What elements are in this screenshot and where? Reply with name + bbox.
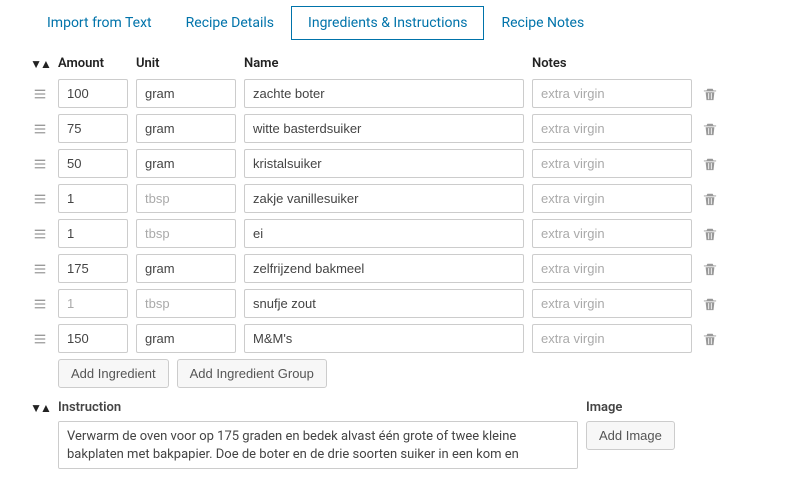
delete-icon[interactable]	[703, 332, 717, 346]
drag-handle-icon[interactable]	[33, 122, 47, 136]
amount-input[interactable]	[58, 289, 128, 318]
add-image-button[interactable]: Add Image	[586, 421, 675, 450]
delete-icon[interactable]	[703, 157, 717, 171]
drag-handle-icon[interactable]	[33, 227, 47, 241]
name-input[interactable]	[244, 149, 524, 178]
header-unit: Unit	[136, 56, 236, 71]
tab-recipe-details[interactable]: Recipe Details	[169, 6, 291, 40]
unit-input[interactable]	[136, 219, 236, 248]
instruction-row: Add Image	[58, 421, 770, 469]
header-amount: Amount	[58, 56, 128, 71]
notes-input[interactable]	[532, 114, 692, 143]
name-input[interactable]	[244, 219, 524, 248]
drag-handle-icon[interactable]	[33, 192, 47, 206]
sort-toggle-icon[interactable]: ▼▲	[30, 401, 50, 415]
ingredient-row	[30, 324, 770, 353]
add-ingredient-button[interactable]: Add Ingredient	[58, 359, 169, 388]
name-input[interactable]	[244, 324, 524, 353]
name-input[interactable]	[244, 184, 524, 213]
notes-input[interactable]	[532, 219, 692, 248]
ingredients-section: ▼▲ Amount Unit Name Notes Add Ingredient…	[0, 40, 800, 388]
ingredient-row	[30, 79, 770, 108]
delete-icon[interactable]	[703, 227, 717, 241]
unit-input[interactable]	[136, 184, 236, 213]
notes-input[interactable]	[532, 254, 692, 283]
unit-input[interactable]	[136, 289, 236, 318]
instruction-textarea[interactable]	[58, 421, 578, 469]
tab-recipe-notes[interactable]: Recipe Notes	[484, 6, 601, 40]
delete-icon[interactable]	[703, 192, 717, 206]
amount-input[interactable]	[58, 114, 128, 143]
header-notes: Notes	[532, 56, 692, 71]
amount-input[interactable]	[58, 184, 128, 213]
drag-handle-icon[interactable]	[33, 262, 47, 276]
unit-input[interactable]	[136, 149, 236, 178]
instructions-section: ▼▲ Instruction Image Add Image	[0, 388, 800, 469]
ingredient-row	[30, 219, 770, 248]
header-image: Image	[586, 400, 770, 415]
notes-input[interactable]	[532, 289, 692, 318]
drag-handle-icon[interactable]	[33, 157, 47, 171]
delete-icon[interactable]	[703, 297, 717, 311]
name-input[interactable]	[244, 114, 524, 143]
notes-input[interactable]	[532, 324, 692, 353]
drag-handle-icon[interactable]	[33, 297, 47, 311]
ingredients-header-row: ▼▲ Amount Unit Name Notes	[30, 56, 770, 71]
drag-handle-icon[interactable]	[33, 332, 47, 346]
name-input[interactable]	[244, 289, 524, 318]
delete-icon[interactable]	[703, 122, 717, 136]
ingredient-row	[30, 184, 770, 213]
notes-input[interactable]	[532, 79, 692, 108]
delete-icon[interactable]	[703, 262, 717, 276]
delete-icon[interactable]	[703, 87, 717, 101]
unit-input[interactable]	[136, 324, 236, 353]
header-name: Name	[244, 56, 524, 71]
amount-input[interactable]	[58, 149, 128, 178]
unit-input[interactable]	[136, 79, 236, 108]
sort-toggle-icon[interactable]: ▼▲	[30, 57, 50, 71]
notes-input[interactable]	[532, 184, 692, 213]
ingredient-row	[30, 149, 770, 178]
name-input[interactable]	[244, 254, 524, 283]
notes-input[interactable]	[532, 149, 692, 178]
name-input[interactable]	[244, 79, 524, 108]
ingredient-buttons: Add Ingredient Add Ingredient Group	[58, 359, 770, 388]
ingredient-row	[30, 289, 770, 318]
drag-handle-icon[interactable]	[33, 87, 47, 101]
tabs: Import from Text Recipe Details Ingredie…	[0, 0, 800, 40]
add-ingredient-group-button[interactable]: Add Ingredient Group	[177, 359, 327, 388]
unit-input[interactable]	[136, 254, 236, 283]
header-instruction: Instruction	[58, 400, 578, 415]
tab-import-from-text[interactable]: Import from Text	[30, 6, 169, 40]
instructions-header-row: ▼▲ Instruction Image	[30, 400, 770, 415]
ingredient-row	[30, 254, 770, 283]
amount-input[interactable]	[58, 219, 128, 248]
ingredient-row	[30, 114, 770, 143]
tab-ingredients-instructions[interactable]: Ingredients & Instructions	[291, 6, 484, 40]
amount-input[interactable]	[58, 324, 128, 353]
amount-input[interactable]	[58, 79, 128, 108]
unit-input[interactable]	[136, 114, 236, 143]
amount-input[interactable]	[58, 254, 128, 283]
